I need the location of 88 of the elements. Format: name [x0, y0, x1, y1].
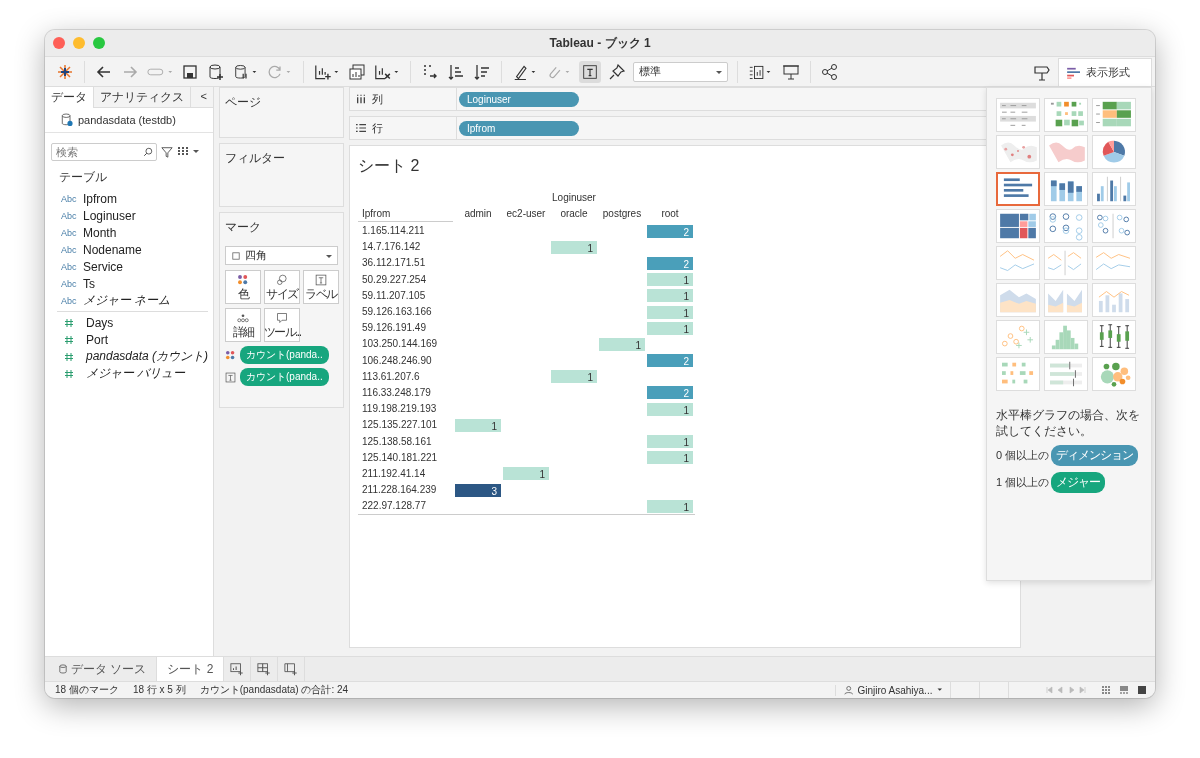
marks-button[interactable]: サイズ	[264, 270, 300, 304]
row-label: 1.165.114.211	[361, 224, 426, 239]
column-header: ec2-user	[505, 207, 547, 219]
row-label: 125.138.58.161	[361, 434, 433, 449]
row-label: 50.29.227.254	[361, 272, 427, 287]
row-label: 116.33.248.179	[361, 385, 432, 400]
heatmap-cell[interactable]: 1	[646, 320, 694, 336]
row-label: 103.250.144.169	[361, 337, 439, 352]
field-item[interactable]: Abc Loginuser	[45, 207, 213, 224]
show-me-tab[interactable]: 表示形式	[1058, 58, 1152, 86]
hint-text: 水平棒グラフの場合、次を試してください。	[996, 407, 1141, 439]
field-item[interactable]: メジャー バリュー	[45, 365, 213, 382]
column-header: postgres	[601, 207, 643, 219]
row-label: 106.248.246.90	[361, 353, 433, 368]
sheet-title: シート 2	[358, 156, 421, 176]
field-item[interactable]: Days	[45, 314, 213, 331]
field-item[interactable]: Abc Month	[45, 224, 213, 241]
heatmap-cell[interactable]: 1	[646, 401, 694, 417]
field-item[interactable]: pandasdata (カウント)	[45, 348, 213, 365]
sheet-tab[interactable]: シート 2	[157, 657, 225, 681]
fit-dropdown[interactable]: 標準	[633, 61, 728, 82]
requirement-text: 0 個以上の	[996, 448, 1050, 463]
row-label: 211.192.41.14	[361, 466, 427, 481]
pane-tab[interactable]: データ	[45, 87, 94, 108]
heatmap-cell[interactable]: 1	[502, 466, 550, 482]
heatmap-cell[interactable]: 1	[646, 450, 694, 466]
card-title: フィルター	[225, 151, 285, 165]
column-header: admin	[463, 207, 493, 219]
requirement-pill: メジャー	[1051, 472, 1106, 493]
pane-tab[interactable]: アナリティクス	[94, 87, 191, 107]
string-type-label: Abc	[61, 295, 78, 306]
card-title: マーク	[225, 220, 261, 234]
string-type-label: Abc	[61, 244, 78, 255]
card-title: ページ	[225, 95, 261, 109]
shelf-label: 列	[372, 91, 383, 107]
marks-button[interactable]: 色	[225, 270, 261, 304]
field-item[interactable]: Port	[45, 331, 213, 348]
field-item[interactable]: Abc Nodename	[45, 241, 213, 258]
row-label: 59.126.163.166	[361, 305, 433, 320]
row-header: Ipfrom	[361, 207, 392, 219]
row-label: 59.11.207.105	[361, 288, 427, 303]
heatmap-cell[interactable]: 1	[646, 288, 694, 304]
row-label: 36.112.171.51	[361, 256, 427, 271]
status-text: 18 個のマーク	[55, 683, 119, 697]
row-label: 119.198.219.193	[361, 402, 438, 417]
window-title: Tableau - ブック 1	[548, 34, 652, 52]
column-header: root	[660, 207, 680, 219]
field-item[interactable]: Abc Ts	[45, 275, 213, 292]
field-item[interactable]: Abc Ipfrom	[45, 190, 213, 207]
row-label: 211.228.164.239	[361, 483, 438, 498]
collapse-button[interactable]: <	[194, 87, 213, 107]
heatmap-cell[interactable]: 3	[454, 482, 502, 498]
column-header: oracle	[559, 207, 589, 219]
heatmap-cell[interactable]: 1	[646, 272, 694, 288]
requirement-text: 1 個以上の	[996, 475, 1050, 490]
row-label: 113.61.207.6	[361, 369, 421, 384]
row-label: 125.140.181.221	[361, 450, 439, 465]
mark-type-dropdown[interactable]: 四角	[225, 246, 338, 265]
heatmap-cell[interactable]: 1	[598, 336, 646, 352]
section-heading: テーブル	[58, 169, 108, 186]
heatmap-cell[interactable]: 1	[550, 369, 598, 385]
requirement-pill: ディメンション	[1051, 445, 1139, 466]
field-item[interactable]: Abc メジャー ネーム	[45, 292, 213, 309]
status-text: 18 行 x 5 列	[132, 683, 186, 697]
column-group-header: Loginuser	[551, 191, 597, 203]
heatmap-cell[interactable]: 1	[646, 434, 694, 450]
shelf-label: 行	[372, 120, 383, 136]
row-label: 14.7.176.142	[361, 240, 422, 255]
row-label: 59.126.191.49	[361, 321, 427, 336]
string-type-label: Abc	[61, 193, 78, 204]
field-item[interactable]: Abc Service	[45, 258, 213, 275]
heatmap-cell[interactable]: 1	[646, 304, 694, 320]
row-label: 125.135.227.101	[361, 418, 439, 433]
search-field[interactable]: 検索	[51, 143, 157, 161]
heatmap-cell[interactable]: 1	[454, 417, 502, 433]
string-type-label: Abc	[61, 278, 78, 289]
string-type-label: Abc	[61, 261, 78, 272]
string-type-label: Abc	[61, 227, 78, 238]
heatmap-cell[interactable]: 1	[646, 498, 694, 514]
marks-button[interactable]: ツール...	[264, 308, 300, 342]
marks-button[interactable]: 詳細	[225, 308, 261, 342]
status-text: カウント(pandasdata) の合計: 24	[199, 683, 349, 697]
user-menu[interactable]: Ginjiro Asahiya...	[835, 684, 944, 696]
row-label: 222.97.128.77	[361, 499, 427, 514]
data-source-name[interactable]: pandasdata (testdb)	[78, 114, 176, 126]
marks-button[interactable]: ラベル	[303, 270, 339, 304]
string-type-label: Abc	[61, 210, 78, 221]
heatmap-cell[interactable]: 1	[550, 239, 598, 255]
